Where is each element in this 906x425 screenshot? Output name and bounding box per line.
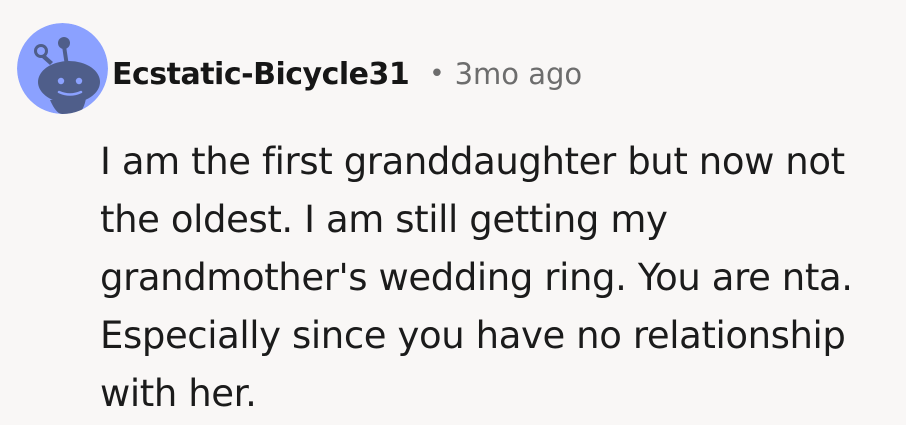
comment-timestamp[interactable]: 3mo ago xyxy=(455,57,583,91)
user-avatar[interactable] xyxy=(17,23,108,114)
author-username[interactable]: Ecstatic-Bicycle31 xyxy=(112,57,410,92)
snoo-avatar-icon xyxy=(17,23,108,114)
comment-meta: Ecstatic-Bicycle31 • 3mo ago xyxy=(112,52,582,96)
meta-separator: • xyxy=(429,59,445,89)
comment: Ecstatic-Bicycle31 • 3mo ago I am the fi… xyxy=(0,0,906,425)
comment-body: I am the first granddaughter but now not… xyxy=(100,140,853,415)
